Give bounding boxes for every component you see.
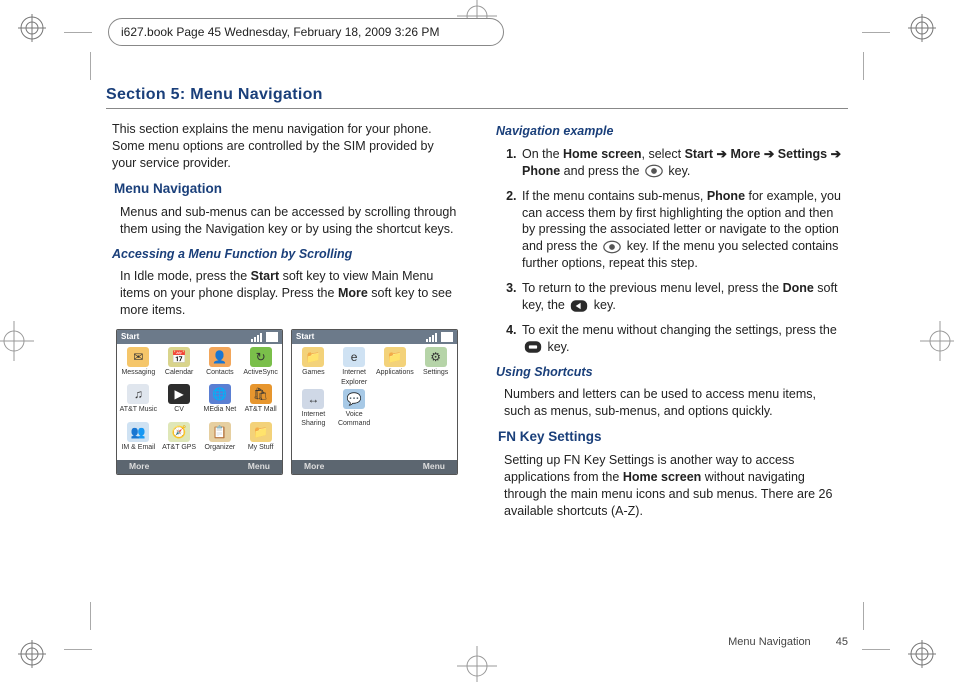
screenshot-softbar: More Menu: [292, 460, 457, 474]
softkey-right: Menu: [423, 461, 445, 472]
phone-screenshot-2: Start 📁GameseInternet Explorer📁Applicati…: [291, 329, 458, 475]
app-icon: 📁My Stuff: [241, 422, 280, 457]
screenshot-grid-2: 📁GameseInternet Explorer📁Applications⚙Se…: [292, 344, 457, 460]
page-header-text: i627.book Page 45 Wednesday, February 18…: [121, 25, 439, 39]
app-icon: 📁Applications: [376, 347, 415, 387]
heading-navigation-example: Navigation example: [496, 123, 848, 140]
right-column: Navigation example On the Home screen, s…: [490, 117, 848, 528]
screenshot-softbar: More Menu: [117, 460, 282, 474]
registration-mark-top-left: [18, 14, 46, 42]
softkey-left: More: [304, 461, 324, 472]
signal-battery-icons: [426, 332, 453, 342]
app-icon: 👥IM & Email: [119, 422, 158, 457]
app-icon: ✉Messaging: [119, 347, 158, 382]
step-3: To return to the previous menu level, pr…: [520, 280, 848, 314]
registration-mark-bottom-right: [908, 640, 936, 668]
crop-tick: [64, 32, 92, 33]
app-icon: ↔Internet Sharing: [294, 389, 333, 429]
footer-label: Menu Navigation: [728, 636, 811, 648]
heading-fn-key-settings: FN Key Settings: [498, 428, 848, 446]
crop-tick: [64, 649, 92, 650]
app-icon: 👤Contacts: [201, 347, 240, 382]
fn-key-paragraph: Setting up FN Key Settings is another wa…: [504, 452, 842, 520]
section-title: Section 5: Menu Navigation: [106, 86, 848, 109]
center-mark-left: [0, 321, 34, 361]
step-1: On the Home screen, select Start ➔ More …: [520, 146, 848, 180]
softkey-left: More: [129, 461, 149, 472]
softkey-right: Menu: [248, 461, 270, 472]
crop-tick: [90, 602, 91, 630]
page-content: Section 5: Menu Navigation This section …: [106, 86, 848, 622]
screenshot-statusbar: Start: [117, 330, 282, 344]
heading-menu-navigation: Menu Navigation: [114, 180, 464, 198]
app-icon: 🛍AT&T Mall: [241, 384, 280, 419]
app-icon: eInternet Explorer: [335, 347, 374, 387]
app-icon: 📁Games: [294, 347, 333, 387]
heading-accessing-scrolling: Accessing a Menu Function by Scrolling: [112, 246, 464, 263]
registration-mark-bottom-left: [18, 640, 46, 668]
center-mark-bottom: [457, 646, 497, 682]
home-key-icon: [524, 340, 542, 354]
app-icon: 🧭AT&T GPS: [160, 422, 199, 457]
intro-paragraph: This section explains the menu navigatio…: [112, 121, 458, 172]
app-icon: 💬Voice Command: [335, 389, 374, 429]
ok-key-icon: [645, 164, 663, 178]
signal-battery-icons: [251, 332, 278, 342]
step-2: If the menu contains sub-menus, Phone fo…: [520, 188, 848, 272]
shortcuts-paragraph: Numbers and letters can be used to acces…: [504, 386, 842, 420]
page-number: 45: [836, 636, 848, 648]
ok-key-icon: [603, 240, 621, 254]
heading-using-shortcuts: Using Shortcuts: [496, 364, 848, 381]
screenshot-grid-1: ✉Messaging📅Calendar👤Contacts↻ActiveSync ♫…: [117, 344, 282, 460]
crop-tick: [863, 602, 864, 630]
page-header-bar: i627.book Page 45 Wednesday, February 18…: [108, 18, 504, 46]
registration-mark-top-right: [908, 14, 936, 42]
statusbar-title: Start: [121, 332, 139, 343]
app-icon: ♫AT&T Music: [119, 384, 158, 419]
phone-screenshots: Start ✉Messaging📅Calendar👤Contacts↻Activ…: [116, 329, 464, 475]
screenshot-statusbar: Start: [292, 330, 457, 344]
back-key-icon: [570, 299, 588, 313]
app-icon: ⚙Settings: [416, 347, 455, 387]
app-icon: 📋Organizer: [201, 422, 240, 457]
crop-tick: [90, 52, 91, 80]
accessing-paragraph: In Idle mode, press the Start soft key t…: [120, 268, 458, 319]
navigation-steps: On the Home screen, select Start ➔ More …: [520, 146, 848, 356]
phone-screenshot-1: Start ✉Messaging📅Calendar👤Contacts↻Activ…: [116, 329, 283, 475]
app-icon: ▶CV: [160, 384, 199, 419]
crop-tick: [862, 649, 890, 650]
center-mark-right: [920, 321, 954, 361]
crop-tick: [863, 52, 864, 80]
app-icon: 🌐MEdia Net: [201, 384, 240, 419]
page-footer: Menu Navigation 45: [728, 636, 848, 648]
app-icon: 📅Calendar: [160, 347, 199, 382]
left-column: This section explains the menu navigatio…: [106, 117, 464, 528]
crop-tick: [862, 32, 890, 33]
app-icon: ↻ActiveSync: [241, 347, 280, 382]
step-4: To exit the menu without changing the se…: [520, 322, 848, 356]
menu-navigation-paragraph: Menus and sub-menus can be accessed by s…: [120, 204, 458, 238]
statusbar-title: Start: [296, 332, 314, 343]
